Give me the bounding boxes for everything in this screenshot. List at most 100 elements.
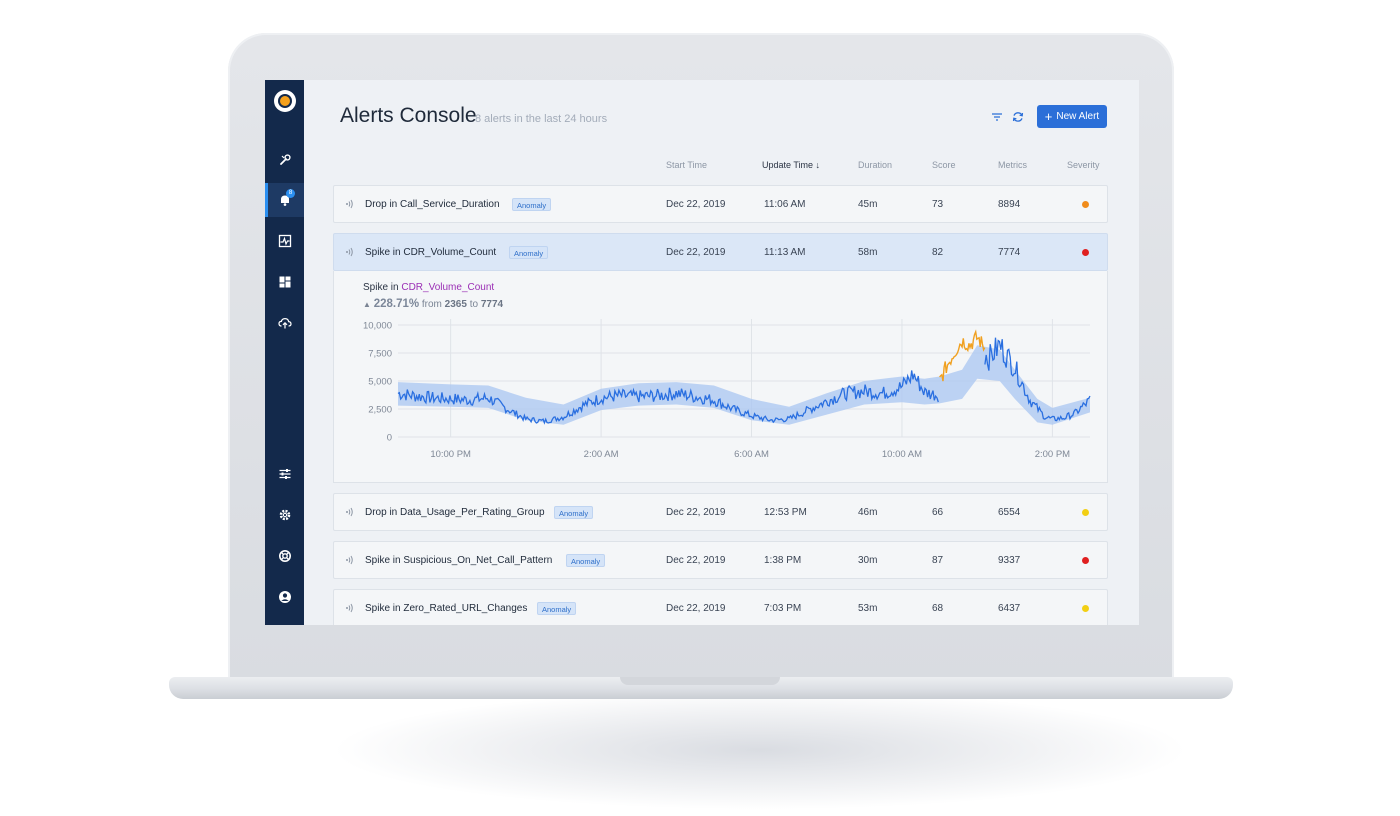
caret-up-icon: ▲ bbox=[363, 300, 371, 309]
signal-icon bbox=[346, 507, 353, 517]
alert-score: 68 bbox=[932, 603, 944, 614]
alert-detail-panel: Spike in CDR_Volume_Count ▲ 228.71% from… bbox=[333, 271, 1108, 483]
sidebar-item-upload[interactable] bbox=[265, 306, 304, 340]
alert-update-time: 12:53 PM bbox=[764, 507, 807, 518]
page-title: Alerts Console bbox=[340, 104, 477, 127]
x-tick-label: 2:00 AM bbox=[584, 449, 619, 460]
signal-icon bbox=[346, 603, 353, 613]
plus-icon: + bbox=[1044, 108, 1053, 124]
alert-update-time: 11:06 AM bbox=[764, 199, 806, 210]
x-tick-label: 2:00 PM bbox=[1035, 449, 1070, 460]
alert-score: 73 bbox=[932, 199, 944, 210]
refresh-icon[interactable] bbox=[1011, 110, 1025, 124]
app-screen: 8 Alerts Console 8 alerts in the last 24… bbox=[265, 80, 1139, 625]
column-header-metrics[interactable]: Metrics bbox=[998, 160, 1027, 170]
alert-start-time: Dec 22, 2019 bbox=[666, 199, 726, 210]
alert-update-time: 11:13 AM bbox=[764, 247, 806, 258]
alert-name[interactable]: Drop in Data_Usage_Per_Rating_Group bbox=[365, 507, 545, 518]
laptop-shadow bbox=[330, 690, 1190, 810]
sidebar-item-profile[interactable] bbox=[265, 580, 304, 614]
laptop-notch bbox=[620, 677, 780, 685]
sidebar-item-activity[interactable] bbox=[265, 224, 304, 258]
alert-start-time: Dec 22, 2019 bbox=[666, 247, 726, 258]
detail-change: ▲ 228.71% from 2365 to 7774 bbox=[363, 298, 503, 310]
anomaly-tag: Anomaly bbox=[537, 602, 577, 615]
metric-chart[interactable]: 0 2,500 5,000 7,500 10,000 10:00 PM 2:00 AM 6:0… bbox=[334, 319, 1109, 479]
logo-icon[interactable] bbox=[274, 90, 296, 112]
change-percent: 228.71% bbox=[373, 298, 420, 310]
sort-arrow-down-icon: ↓ bbox=[815, 160, 821, 170]
severity-dot bbox=[1082, 557, 1089, 564]
alert-duration: 58m bbox=[858, 247, 878, 258]
x-tick-label: 6:00 AM bbox=[734, 449, 769, 460]
y-tick-label: 2,500 bbox=[368, 405, 392, 416]
signal-icon bbox=[346, 199, 353, 209]
detail-metric-link[interactable]: CDR_Volume_Count bbox=[401, 282, 494, 293]
alert-name[interactable]: Drop in Call_Service_Duration bbox=[365, 199, 500, 210]
column-header-score[interactable]: Score bbox=[932, 160, 956, 170]
y-tick-label: 7,500 bbox=[368, 349, 392, 360]
column-header-start-time[interactable]: Start Time bbox=[666, 160, 707, 170]
new-alert-button[interactable]: + New Alert bbox=[1037, 105, 1107, 128]
alert-duration: 30m bbox=[858, 555, 878, 566]
alert-update-time: 1:38 PM bbox=[764, 555, 802, 566]
alert-row-expanded[interactable]: Spike in CDR_Volume_Count Anomaly Dec 22… bbox=[333, 233, 1108, 271]
alert-metrics: 8894 bbox=[998, 199, 1021, 210]
sidebar-item-settings[interactable] bbox=[265, 498, 304, 532]
alert-name[interactable]: Spike in Zero_Rated_URL_Changes bbox=[365, 603, 527, 614]
severity-dot bbox=[1082, 249, 1089, 256]
page-subtitle: 8 alerts in the last 24 hours bbox=[475, 113, 608, 125]
y-tick-label: 10,000 bbox=[363, 321, 392, 332]
wrench-icon bbox=[279, 154, 291, 165]
user-icon bbox=[278, 591, 291, 603]
x-tick-label: 10:00 AM bbox=[882, 449, 922, 460]
column-header-duration[interactable]: Duration bbox=[858, 160, 892, 170]
from-value: 2365 bbox=[444, 299, 467, 310]
anomaly-tag: Anomaly bbox=[566, 554, 606, 567]
new-alert-label: New Alert bbox=[1056, 111, 1100, 122]
column-header-update-time-label: Update Time bbox=[762, 160, 814, 170]
to-word: to bbox=[469, 299, 479, 310]
signal-icon bbox=[346, 247, 353, 257]
alert-row[interactable]: Drop in Call_Service_Duration Anomaly De… bbox=[333, 185, 1108, 223]
sidebar-item-alerts[interactable]: 8 bbox=[265, 183, 304, 217]
y-tick-label: 0 bbox=[387, 433, 392, 444]
detail-title: Spike in CDR_Volume_Count bbox=[363, 282, 494, 293]
anomaly-tag: Anomaly bbox=[554, 506, 594, 519]
anomaly-tag: Anomaly bbox=[509, 246, 549, 259]
alert-metrics: 9337 bbox=[998, 555, 1021, 566]
severity-dot bbox=[1082, 605, 1089, 612]
alert-metrics: 6437 bbox=[998, 603, 1021, 614]
severity-dot bbox=[1082, 509, 1089, 516]
alert-metrics: 7774 bbox=[998, 247, 1021, 258]
filter-icon[interactable] bbox=[990, 110, 1004, 124]
alert-name[interactable]: Spike in CDR_Volume_Count bbox=[365, 247, 496, 258]
column-header-update-time[interactable]: Update Time ↓ bbox=[762, 160, 820, 170]
from-word: from bbox=[421, 299, 442, 310]
alerts-count-badge: 8 bbox=[286, 189, 295, 198]
sidebar-item-dashboards[interactable] bbox=[265, 265, 304, 299]
alert-name[interactable]: Spike in Suspicious_On_Net_Call_Pattern bbox=[365, 555, 552, 566]
alert-start-time: Dec 22, 2019 bbox=[666, 507, 726, 518]
anomaly-tag: Anomaly bbox=[512, 198, 552, 211]
alert-metrics: 6554 bbox=[998, 507, 1021, 518]
alert-row[interactable]: Spike in Zero_Rated_URL_Changes Anomaly … bbox=[333, 589, 1108, 625]
alert-row[interactable]: Drop in Data_Usage_Per_Rating_Group Anom… bbox=[333, 493, 1108, 531]
to-value: 7774 bbox=[480, 299, 504, 310]
x-tick-label: 10:00 PM bbox=[430, 449, 471, 460]
alert-score: 66 bbox=[932, 507, 944, 518]
sidebar-item-help[interactable] bbox=[265, 539, 304, 573]
sidebar-item-tools[interactable] bbox=[265, 143, 304, 177]
dashboard-icon bbox=[279, 276, 290, 288]
lifebuoy-icon bbox=[278, 550, 291, 562]
severity-dot bbox=[1082, 201, 1089, 208]
alert-start-time: Dec 22, 2019 bbox=[666, 555, 726, 566]
gear-icon bbox=[279, 509, 290, 521]
alert-row[interactable]: Spike in Suspicious_On_Net_Call_Pattern … bbox=[333, 541, 1108, 579]
column-header-severity[interactable]: Severity bbox=[1067, 160, 1100, 170]
y-tick-label: 5,000 bbox=[368, 377, 392, 388]
alert-duration: 46m bbox=[858, 507, 878, 518]
activity-icon bbox=[278, 234, 291, 248]
sidebar-item-filters[interactable] bbox=[265, 457, 304, 491]
alert-start-time: Dec 22, 2019 bbox=[666, 603, 726, 614]
